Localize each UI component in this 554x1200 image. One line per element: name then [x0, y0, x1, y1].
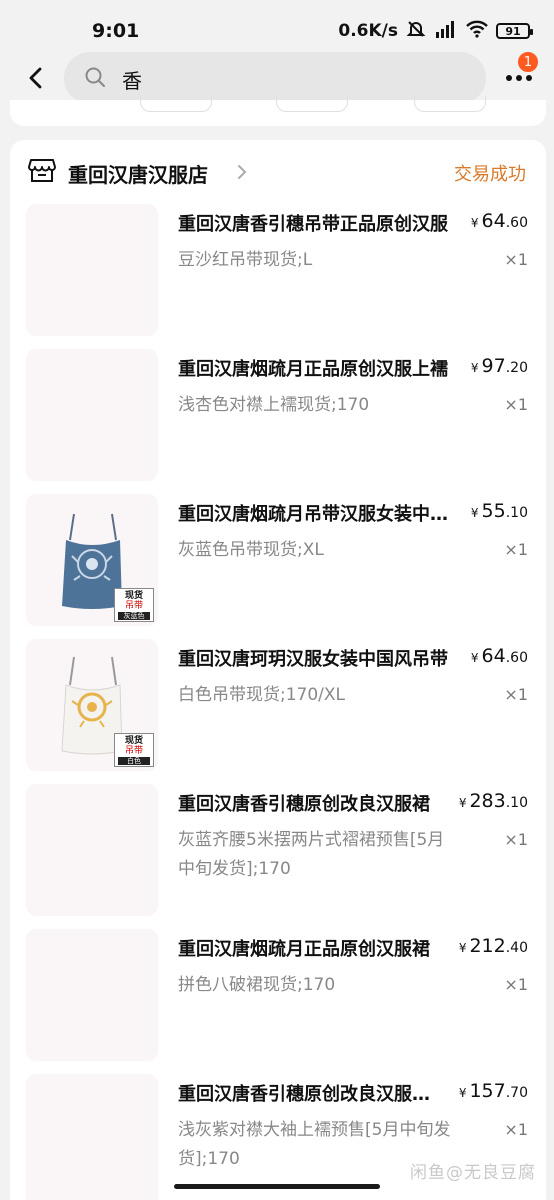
item-title: 重回汉唐香引穗原创改良汉服上襦	[178, 1084, 440, 1105]
battery-icon: 91	[496, 23, 533, 39]
shop-name: 重回汉唐汉服店	[68, 163, 208, 187]
previous-action-button[interactable]	[276, 96, 348, 112]
previous-action-button[interactable]	[414, 96, 486, 112]
search-icon	[84, 66, 106, 92]
product-thumbnail	[26, 784, 158, 916]
item-price: ¥64.60	[470, 645, 528, 667]
item-title: 重回汉唐烟疏月吊带汉服女装中国风	[178, 504, 448, 525]
search-query: 香	[122, 69, 142, 93]
mute-bell-icon	[406, 19, 426, 43]
home-indicator[interactable]	[174, 1184, 380, 1189]
item-title: 重回汉唐香引穗原创改良汉服裙	[178, 794, 430, 815]
shop-header[interactable]: 重回汉唐汉服店 交易成功	[10, 140, 546, 202]
order-status: 交易成功	[454, 164, 526, 185]
item-title: 重回汉唐香引穗吊带正品原创汉服	[178, 214, 448, 235]
stock-tag: 现货 吊带 白色	[114, 733, 154, 767]
previous-order-card	[10, 96, 546, 126]
signal-icon	[434, 20, 458, 42]
item-title: 重回汉唐珂玥汉服女装中国风吊带	[178, 649, 448, 670]
item-price: ¥64.60	[470, 210, 528, 232]
item-quantity: ×1	[504, 830, 528, 849]
product-thumbnail	[26, 204, 158, 336]
item-price: ¥55.10	[470, 500, 528, 522]
item-quantity: ×1	[504, 250, 528, 269]
product-thumbnail: 现货 吊带 灰蓝色	[26, 494, 158, 626]
item-price: ¥157.70	[458, 1080, 528, 1102]
item-spec: 灰蓝色吊带现货;XL	[178, 540, 324, 560]
status-time: 9:01	[92, 20, 140, 42]
item-spec: 拼色八破裙现货;170	[178, 975, 336, 995]
item-quantity: ×1	[504, 1120, 528, 1139]
order-item[interactable]: 重回汉唐烟疏月正品原创汉服裙 拼色八破裙现货;170 ¥212.40 ×1	[10, 929, 546, 1065]
order-item[interactable]: 现货 吊带 灰蓝色 重回汉唐烟疏月吊带汉服女装中国风 灰蓝色吊带现货;XL ¥5…	[10, 494, 546, 630]
wifi-icon	[466, 20, 488, 42]
order-item[interactable]: 现货 吊带 白色 重回汉唐珂玥汉服女装中国风吊带 白色吊带现货;170/XL ¥…	[10, 639, 546, 775]
item-spec: 灰蓝齐腰5米摆两片式褶裙预售[5月中旬发货];170	[178, 830, 445, 879]
notification-badge: 1	[516, 50, 540, 74]
order-card: 重回汉唐汉服店 交易成功 重回汉唐香引穗吊带正品原创汉服 豆沙红吊带现货;L ¥…	[10, 140, 546, 1200]
item-spec: 豆沙红吊带现货;L	[178, 250, 313, 270]
shop-icon	[28, 157, 56, 187]
status-icons: 0.6K/s 91	[338, 19, 533, 43]
chevron-left-icon	[29, 67, 42, 89]
product-thumbnail	[26, 1074, 158, 1200]
watermark: 闲鱼@无良豆腐	[410, 1163, 536, 1183]
item-price: ¥283.10	[458, 790, 528, 812]
product-thumbnail: 现货 吊带 白色	[26, 639, 158, 771]
item-spec: 浅杏色对襟上襦现货;170	[178, 395, 370, 415]
product-thumbnail	[26, 349, 158, 481]
stock-tag: 现货 吊带 灰蓝色	[114, 588, 154, 622]
back-button[interactable]	[22, 64, 50, 92]
item-spec: 白色吊带现货;170/XL	[178, 685, 346, 705]
item-price: ¥212.40	[458, 935, 528, 957]
previous-action-button[interactable]	[140, 96, 212, 112]
chevron-right-icon	[236, 164, 248, 184]
item-title: 重回汉唐烟疏月正品原创汉服裙	[178, 939, 430, 960]
order-item[interactable]: 重回汉唐香引穗吊带正品原创汉服 豆沙红吊带现货;L ¥64.60 ×1	[10, 204, 546, 340]
item-quantity: ×1	[504, 685, 528, 704]
item-price: ¥97.20	[470, 355, 528, 377]
item-quantity: ×1	[504, 540, 528, 559]
item-title: 重回汉唐烟疏月正品原创汉服上襦	[178, 359, 448, 380]
order-item[interactable]: 重回汉唐香引穗原创改良汉服裙 灰蓝齐腰5米摆两片式褶裙预售[5月中旬发货];17…	[10, 784, 546, 920]
item-quantity: ×1	[504, 395, 528, 414]
product-thumbnail	[26, 929, 158, 1061]
network-speed: 0.6K/s	[338, 21, 398, 41]
order-item[interactable]: 重回汉唐烟疏月正品原创汉服上襦 浅杏色对襟上襦现货;170 ¥97.20 ×1	[10, 349, 546, 485]
item-quantity: ×1	[504, 975, 528, 994]
